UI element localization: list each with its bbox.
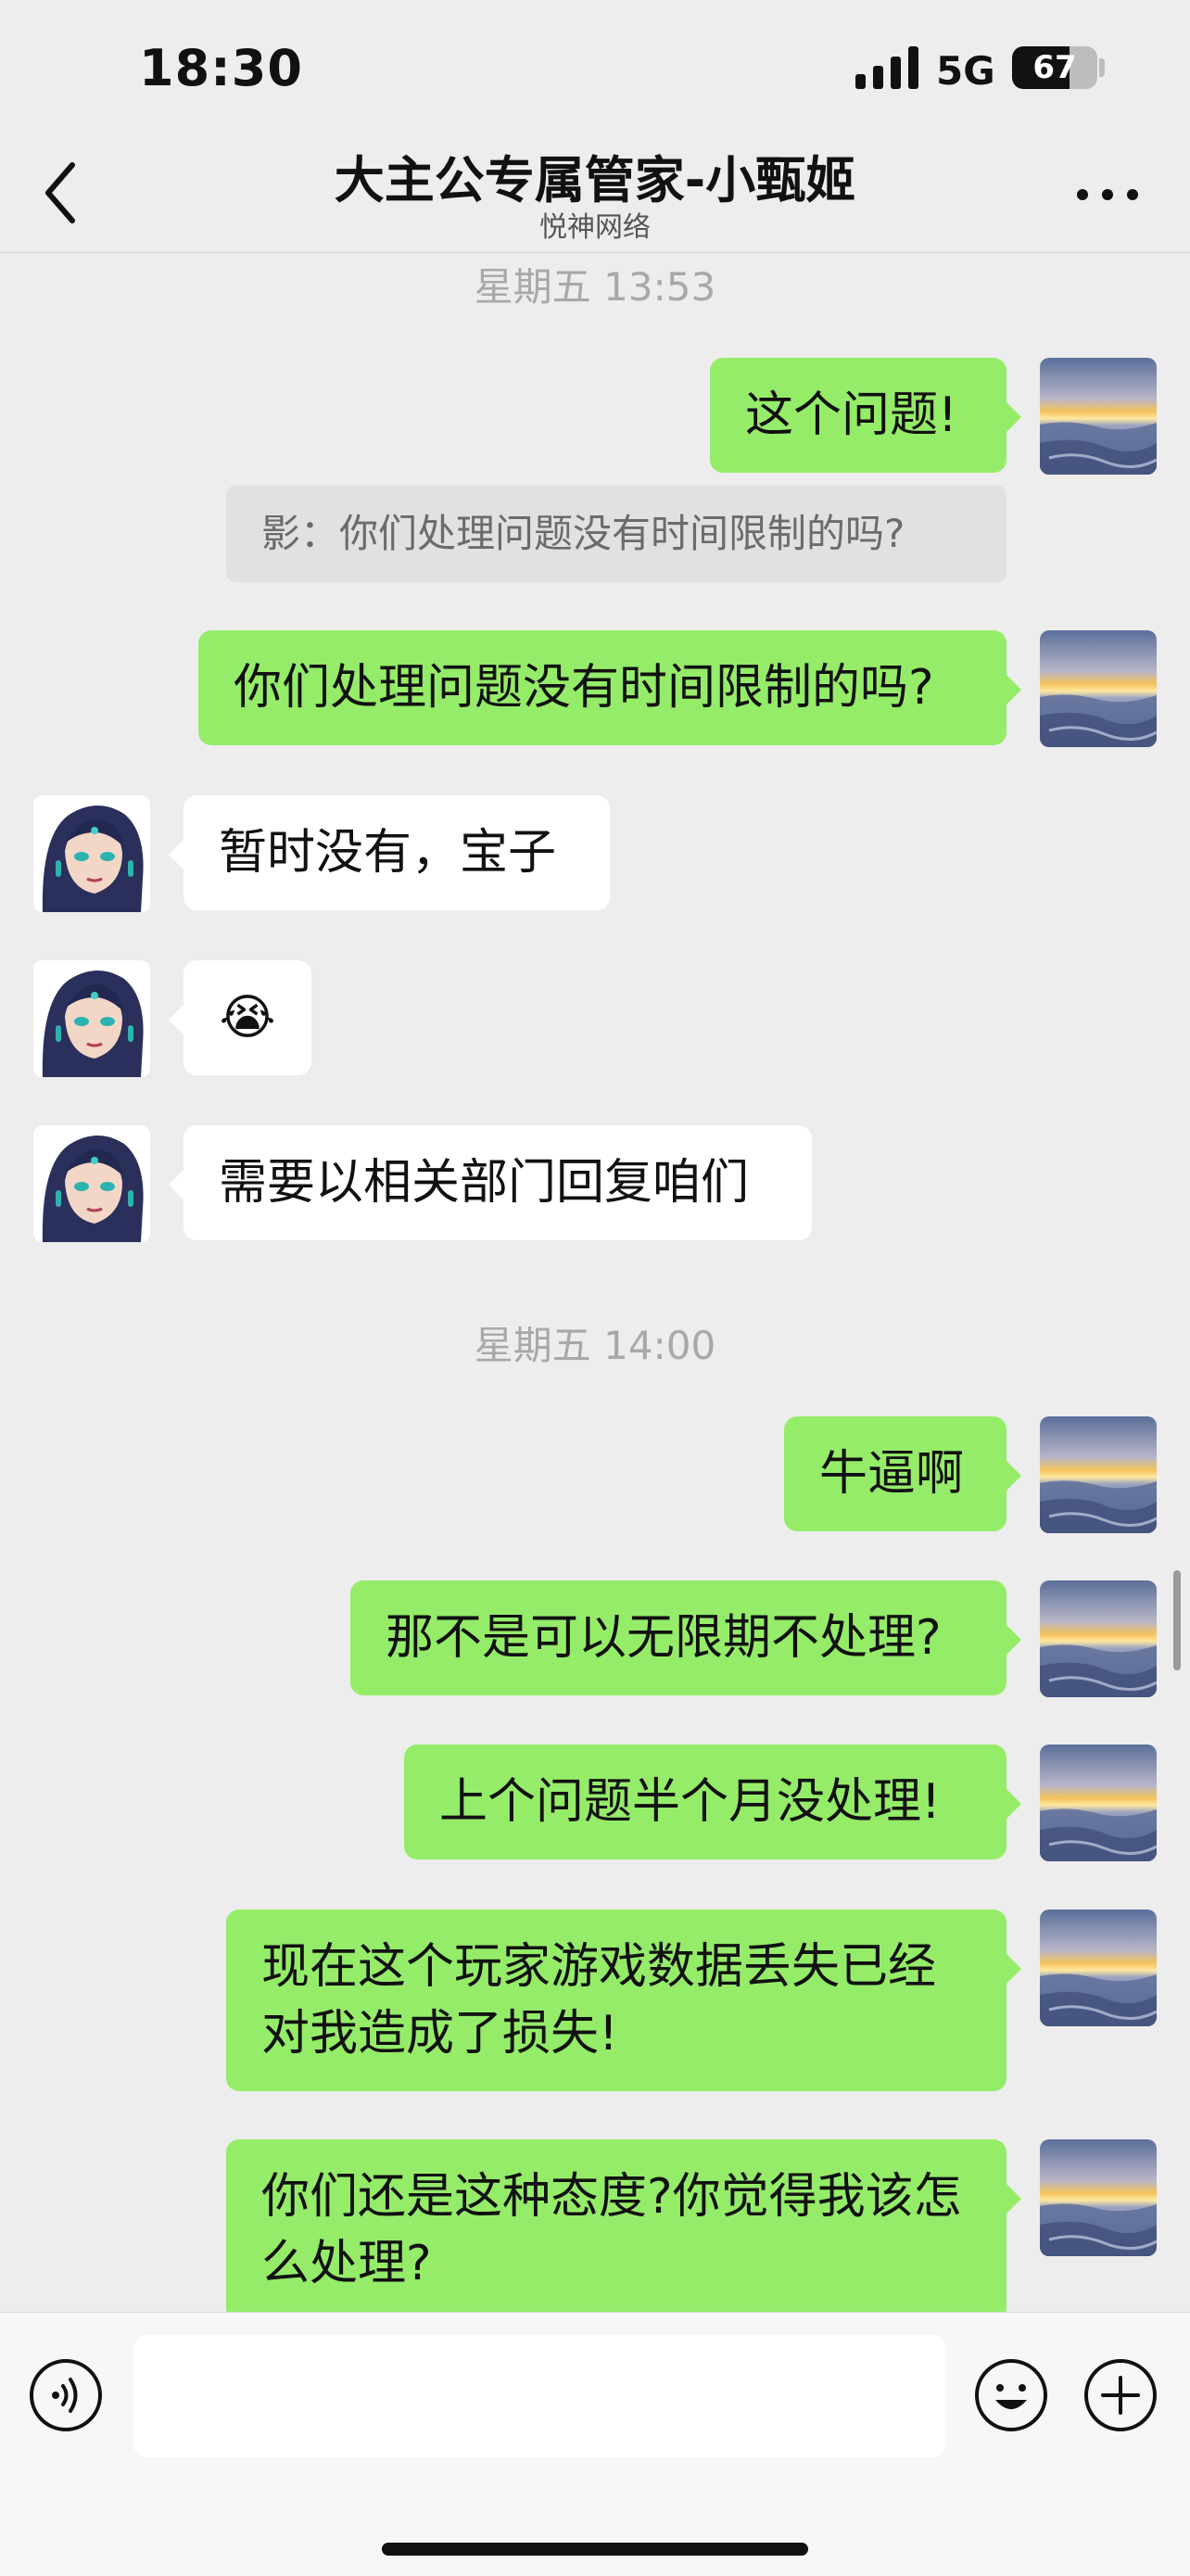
quoted-message[interactable]: 影：你们处理问题没有时间限制的吗? [226, 486, 1006, 582]
emoji-icon[interactable] [973, 2357, 1049, 2433]
message-input[interactable] [133, 2335, 945, 2457]
message-bubble-sent[interactable]: 上个问题半个月没处理! [404, 1745, 1006, 1859]
my-avatar[interactable] [1040, 1745, 1157, 1861]
status-bar: 18:30 5G 67 [0, 0, 1190, 139]
bubble-tail [1006, 675, 1021, 704]
bubble-tail [169, 1005, 184, 1034]
input-bar [0, 2312, 1190, 2576]
my-avatar[interactable] [1040, 630, 1157, 747]
my-avatar[interactable] [1040, 1416, 1157, 1533]
my-avatar[interactable] [1040, 358, 1157, 475]
message-bubble-sent[interactable]: 现在这个玩家游戏数据丢失已经对我造成了损失! [226, 1910, 1006, 2091]
my-avatar[interactable] [1040, 1580, 1157, 1697]
bubble-tail [1006, 2184, 1021, 2214]
message-bubble-sent[interactable]: 这个问题! [710, 358, 1006, 473]
battery-percentage: 67 [1032, 49, 1077, 86]
message-bubble-sent[interactable]: 你们还是这种态度?你觉得我该怎么处理? [226, 2139, 1006, 2321]
message-bubble-received[interactable]: 暂时没有，宝子 [184, 795, 610, 910]
voice-icon[interactable] [28, 2357, 104, 2433]
message-bubble-received[interactable]: 😭 [184, 960, 311, 1075]
agent-avatar[interactable] [33, 795, 150, 912]
battery-icon: 67 [1012, 46, 1097, 89]
home-indicator[interactable] [382, 2543, 808, 2556]
more-icon[interactable] [1075, 184, 1140, 206]
message-bubble-sent[interactable]: 那不是可以无限期不处理? [350, 1580, 1006, 1695]
bubble-tail [169, 840, 184, 869]
bubble-tail [1006, 402, 1021, 432]
bubble-tail [1006, 1954, 1021, 1984]
chat-subtitle: 悦神网络 [539, 211, 651, 244]
timestamp: 星期五 13:53 [474, 264, 716, 310]
message-bubble-sent[interactable]: 你们处理问题没有时间限制的吗? [198, 630, 1006, 745]
chat-header: 大主公专属管家-小甄姬 悦神网络 [0, 139, 1190, 253]
message-bubble-received[interactable]: 需要以相关部门回复咱们 [184, 1125, 812, 1240]
chat-title: 大主公专属管家-小甄姬 [334, 151, 856, 209]
bubble-tail [1006, 1789, 1021, 1819]
timestamp: 星期五 14:00 [474, 1323, 716, 1368]
cellular-signal-icon [855, 46, 918, 89]
battery-tip [1099, 58, 1105, 77]
plus-icon[interactable] [1082, 2357, 1158, 2433]
bubble-tail [1006, 1625, 1021, 1655]
my-avatar[interactable] [1040, 2139, 1157, 2256]
scrollbar[interactable] [1173, 1570, 1181, 1670]
network-type: 5G [936, 48, 995, 94]
bubble-tail [169, 1170, 184, 1199]
agent-avatar[interactable] [33, 1125, 150, 1242]
status-time: 18:30 [139, 39, 303, 97]
message-bubble-sent[interactable]: 牛逼啊 [784, 1416, 1006, 1531]
agent-avatar[interactable] [33, 960, 150, 1077]
bubble-tail [1006, 1461, 1021, 1491]
my-avatar[interactable] [1040, 1910, 1157, 2026]
